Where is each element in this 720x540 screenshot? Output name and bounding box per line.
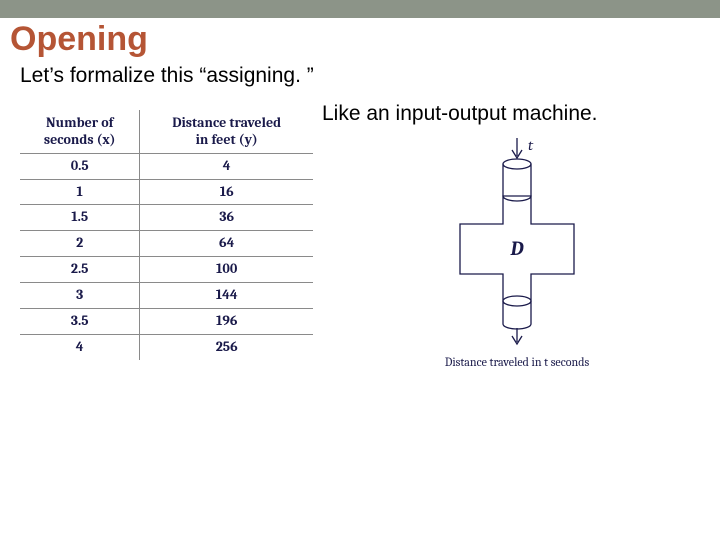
col-header-y: Distance traveled in feet (y) bbox=[140, 110, 313, 154]
box-label: D bbox=[509, 237, 523, 260]
cell-x: 3 bbox=[20, 283, 140, 309]
cell-y: 16 bbox=[140, 179, 313, 205]
cell-x: 1 bbox=[20, 179, 140, 205]
table-row: 2.5100 bbox=[20, 257, 313, 283]
table-row: 264 bbox=[20, 231, 313, 257]
cell-y: 100 bbox=[140, 257, 313, 283]
cell-y: 36 bbox=[140, 205, 313, 231]
col1-line1: Number of bbox=[46, 114, 113, 131]
cell-y: 144 bbox=[140, 283, 313, 309]
table-row: 3.5196 bbox=[20, 309, 313, 335]
col2-line1: Distance traveled bbox=[172, 114, 281, 131]
cell-y: 4 bbox=[140, 153, 313, 179]
right-heading: Like an input-output machine. bbox=[322, 102, 712, 126]
machine-icon: t D bbox=[432, 136, 602, 351]
cell-y: 256 bbox=[140, 334, 313, 359]
col2-line2: in feet (y) bbox=[196, 131, 258, 148]
cell-y: 196 bbox=[140, 309, 313, 335]
function-machine-diagram: t D Distance traveled in t seconds bbox=[407, 136, 627, 369]
table-row: 0.54 bbox=[20, 153, 313, 179]
cell-x: 1.5 bbox=[20, 205, 140, 231]
cell-y: 64 bbox=[140, 231, 313, 257]
input-label: t bbox=[528, 136, 534, 154]
col-header-x: Number of seconds (x) bbox=[20, 110, 140, 154]
header-bar bbox=[0, 0, 720, 18]
col1-line2: seconds (x) bbox=[44, 131, 116, 148]
table-row: 4256 bbox=[20, 334, 313, 359]
cell-x: 2 bbox=[20, 231, 140, 257]
data-table: Number of seconds (x) Distance traveled … bbox=[20, 110, 313, 360]
diagram-caption: Distance traveled in t seconds bbox=[407, 355, 627, 369]
page-title: Opening bbox=[0, 18, 720, 58]
table-row: 116 bbox=[20, 179, 313, 205]
cell-x: 2.5 bbox=[20, 257, 140, 283]
cell-x: 0.5 bbox=[20, 153, 140, 179]
table-row: 1.536 bbox=[20, 205, 313, 231]
cell-x: 4 bbox=[20, 334, 140, 359]
cell-x: 3.5 bbox=[20, 309, 140, 335]
table-row: 3144 bbox=[20, 283, 313, 309]
subtitle: Let’s formalize this “assigning. ” bbox=[0, 58, 720, 88]
data-table-wrap: Number of seconds (x) Distance traveled … bbox=[20, 110, 313, 360]
right-column: Like an input-output machine. bbox=[322, 102, 712, 369]
